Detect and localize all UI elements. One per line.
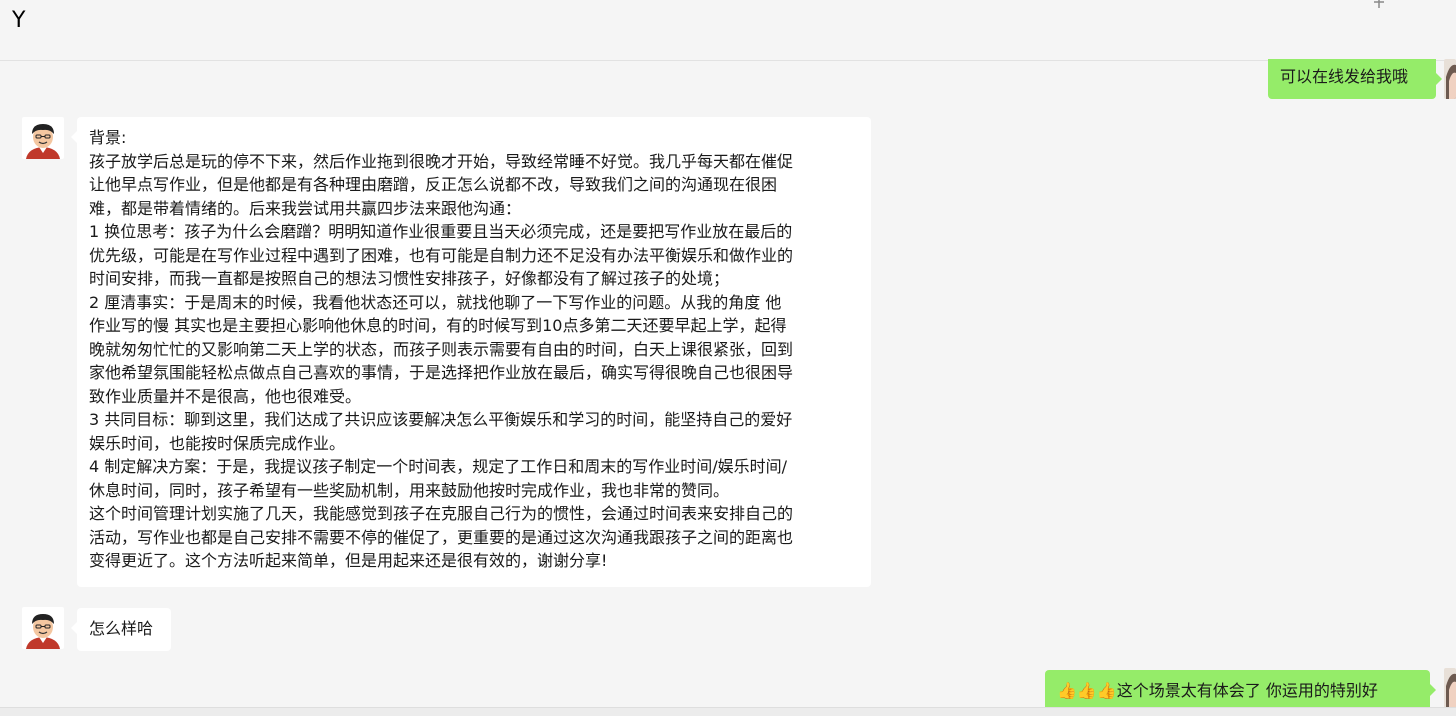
- message-line: 3 共同目标：聊到这里，我们达成了共识应该要解决怎么平衡娱乐和学习的时间，能坚持…: [89, 410, 793, 429]
- cartoon-boy-avatar-image: [22, 117, 64, 159]
- message-line: 家他希望氛围能轻松点做点自己喜欢的事情，于是选择把作业放在最后，确实写得很晚自己…: [89, 363, 794, 382]
- message-line: 难，都是带着情绪的。后来我尝试用共赢四步法来跟他沟通：: [89, 198, 522, 218]
- pin-icon[interactable]: [1372, 0, 1386, 8]
- user-avatar-image: [1444, 668, 1456, 710]
- message-text: 可以在线发给我哦: [1280, 67, 1409, 86]
- message-bubble-incoming[interactable]: 背景: 孩子放学后总是玩的停不下来，然后作业拖到很晚才开始，导致经常睡不好觉。我…: [71, 117, 871, 587]
- cartoon-boy-avatar-image: [22, 607, 64, 649]
- chat-header: Y: [0, 0, 1456, 61]
- message-line: 2 厘清事实：于是周末的时候，我看他状态还可以，就找他聊了一下写作业的问题。从我…: [89, 292, 782, 312]
- message-line: 作业写的慢 其实也是主要担心影响他休息的时间，有的时候写到10点多第二天还要早起…: [89, 316, 787, 335]
- my-avatar[interactable]: [1444, 59, 1456, 99]
- message-text: 这个场景太有体会了 你运用的特别好: [1116, 681, 1378, 700]
- message-line: 活动，写作业也都是自己安排不需要不停的催促了，更重要的是通过这次沟通我跟孩子之间…: [89, 527, 794, 547]
- message-line: 变得更近了。这个方法听起来简单，但是用起来还是很有效的，谢谢分享!: [89, 551, 608, 570]
- message-line: 时间安排，而我一直都是按照自己的想法习惯性安排孩子，好像都没有了解过孩子的处境；: [89, 269, 730, 288]
- message-line: 这个时间管理计划实施了几天，我能感觉到孩子在克服自己行为的惯性，会通过时间表来安…: [89, 504, 794, 523]
- message-line: 4 制定解决方案：于是，我提议孩子制定一个时间表，规定了工作日和周末的写作业时间…: [89, 457, 788, 476]
- message-line: 背景:: [89, 128, 127, 147]
- message-line: 致作业质量并不是很高，他也很难受。: [89, 386, 362, 406]
- message-line: 娱乐时间，也能按时保质完成作业。: [89, 433, 346, 453]
- chat-title: Y: [12, 8, 26, 33]
- message-line: 休息时间，同时，孩子希望有一些奖励机制，用来鼓励他按时完成作业，我也非常的赞同。: [89, 480, 730, 500]
- my-avatar[interactable]: [1444, 668, 1456, 710]
- message-text: 怎么样哈: [89, 619, 154, 638]
- message-line: 优先级，可能是在写作业过程中遇到了困难，也有可能是自制力还不足没有办法平衡娱乐和…: [89, 245, 794, 265]
- contact-avatar[interactable]: [22, 117, 64, 159]
- message-bubble-outgoing[interactable]: 可以在线发给我哦: [1268, 59, 1442, 99]
- thumbs-up-icon: 👍👍👍: [1057, 681, 1117, 700]
- message-line: 孩子放学后总是玩的停不下来，然后作业拖到很晚才开始，导致经常睡不好觉。我几乎每天…: [89, 151, 794, 171]
- message-line: 让他早点写作业，但是他都是有各种理由磨蹭，反正怎么说都不改，导致我们之间的沟通现…: [89, 175, 778, 194]
- message-bubble-outgoing[interactable]: 👍👍👍这个场景太有体会了 你运用的特别好: [1045, 670, 1436, 712]
- user-avatar-image: [1444, 59, 1456, 99]
- contact-avatar[interactable]: [22, 607, 64, 649]
- message-bubble-incoming[interactable]: 怎么样哈: [71, 608, 171, 651]
- message-line: 晚就匆匆忙忙的又影响第二天上学的状态，而孩子则表示需要有自由的时间，白天上课很紧…: [89, 339, 794, 359]
- message-line: 1 换位思考：孩子为什么会磨蹭？明明知道作业很重要且当天必须完成，还是要把写作业…: [89, 222, 793, 241]
